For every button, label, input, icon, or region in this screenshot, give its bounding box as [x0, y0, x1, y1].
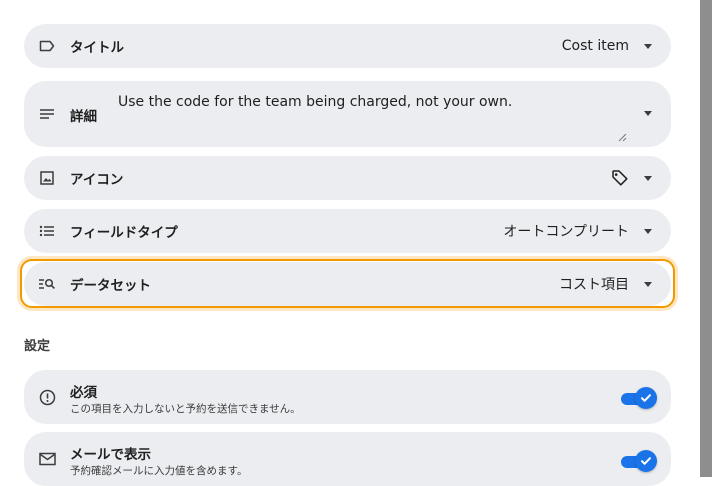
list-icon — [38, 222, 56, 240]
detail-row[interactable]: 詳細 Use the code for the team being charg… — [24, 81, 671, 147]
title-row[interactable]: タイトル Cost item — [24, 24, 671, 68]
dataset-value: コスト項目 — [559, 277, 629, 293]
show-in-email-description: 予約確認メールに入力値を含めます。 — [70, 465, 248, 477]
settings-heading: 設定 — [24, 339, 51, 354]
title-dropdown-caret[interactable] — [644, 43, 652, 49]
field-type-dropdown-caret[interactable] — [644, 228, 652, 234]
check-icon — [635, 387, 657, 409]
field-type-value: オートコンプリート — [503, 224, 629, 240]
title-value: Cost item — [561, 38, 629, 54]
resize-handle-icon[interactable] — [618, 127, 627, 146]
icon-dropdown-caret[interactable] — [644, 175, 652, 181]
image-icon — [38, 169, 56, 187]
detail-textarea[interactable]: Use the code for the team being charged,… — [118, 94, 512, 110]
notes-icon — [38, 105, 56, 123]
info-icon — [38, 388, 56, 406]
title-label: タイトル — [70, 40, 124, 56]
detail-dropdown-caret[interactable] — [644, 111, 652, 116]
dataset-dropdown-caret[interactable] — [644, 281, 652, 287]
dataset-label: データセット — [70, 278, 151, 294]
list-search-icon — [38, 275, 56, 293]
show-in-email-toggle[interactable] — [621, 450, 657, 472]
field-type-label: フィールドタイプ — [70, 225, 178, 241]
label-icon — [38, 37, 56, 55]
required-label: 必須 — [70, 385, 97, 401]
show-in-email-label: メールで表示 — [70, 447, 151, 463]
required-toggle[interactable] — [621, 387, 657, 409]
required-description: この項目を入力しないと予約を送信できません。 — [70, 403, 301, 415]
icon-label: アイコン — [70, 172, 124, 188]
right-edge-bar — [700, 0, 712, 477]
check-icon — [635, 450, 657, 472]
icon-row[interactable]: アイコン — [24, 156, 671, 200]
show-in-email-row[interactable]: メールで表示 予約確認メールに入力値を含めます。 — [24, 432, 671, 486]
tag-icon — [611, 169, 629, 191]
detail-label: 詳細 — [70, 109, 97, 125]
required-row[interactable]: 必須 この項目を入力しないと予約を送信できません。 — [24, 370, 671, 424]
dataset-row[interactable]: データセット コスト項目 — [24, 262, 671, 306]
field-type-row[interactable]: フィールドタイプ オートコンプリート — [24, 209, 671, 253]
mail-icon — [38, 450, 56, 468]
